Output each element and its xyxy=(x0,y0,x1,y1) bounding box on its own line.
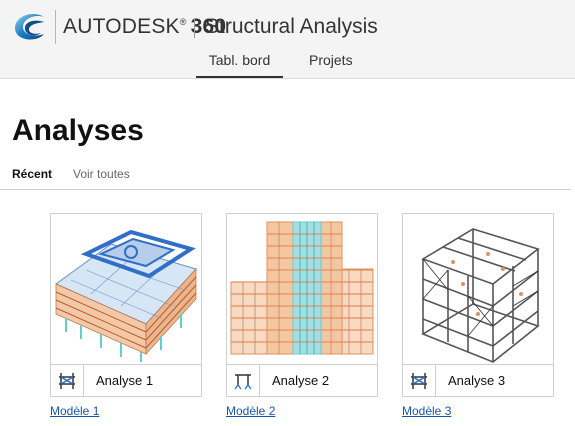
autodesk-logo-icon[interactable] xyxy=(11,8,49,46)
analysis-card-2[interactable]: Analyse 2 xyxy=(226,213,378,397)
subtab-divider xyxy=(0,189,571,190)
brand-registered-mark: ® xyxy=(179,17,187,27)
product-name: Structural Analysis xyxy=(205,15,378,38)
subtab-recent[interactable]: Récent xyxy=(12,167,52,181)
model-link-2[interactable]: Modèle 2 xyxy=(226,404,275,418)
model-link-3[interactable]: Modèle 3 xyxy=(402,404,451,418)
analysis-name[interactable]: Analyse 3 xyxy=(448,373,505,388)
frame-structure-icon xyxy=(403,365,436,397)
brand-text: AUTODESK xyxy=(63,15,180,38)
analysis-card-3[interactable]: Analyse 3 xyxy=(402,213,554,397)
tab-projects[interactable]: Projets xyxy=(309,52,353,76)
analysis-thumbnail-2[interactable] xyxy=(227,214,377,364)
tab-dashboard[interactable]: Tabl. bord xyxy=(196,52,283,78)
analysis-card-footer: Analyse 3 xyxy=(403,364,553,397)
analysis-name[interactable]: Analyse 2 xyxy=(272,373,329,388)
brand-divider xyxy=(194,18,195,38)
frame-supports-icon xyxy=(227,365,260,397)
analysis-card-footer: Analyse 2 xyxy=(227,364,377,397)
analysis-card-footer: Analyse 1 xyxy=(51,364,201,397)
analysis-card-1[interactable]: Analyse 1 xyxy=(50,213,202,397)
brand-name: AUTODESK® 360 xyxy=(63,15,226,39)
top-header: AUTODESK® 360 Structural Analysis Tabl. b… xyxy=(0,0,575,79)
analysis-thumbnail-3[interactable] xyxy=(403,214,553,364)
frame-structure-icon xyxy=(51,365,84,397)
analysis-thumbnail-1[interactable] xyxy=(51,214,201,364)
analysis-name[interactable]: Analyse 1 xyxy=(96,373,153,388)
subtab-view-all[interactable]: Voir toutes xyxy=(73,167,130,181)
model-link-1[interactable]: Modèle 1 xyxy=(50,404,99,418)
logo-divider xyxy=(55,10,56,44)
page-title: Analyses xyxy=(12,114,144,147)
